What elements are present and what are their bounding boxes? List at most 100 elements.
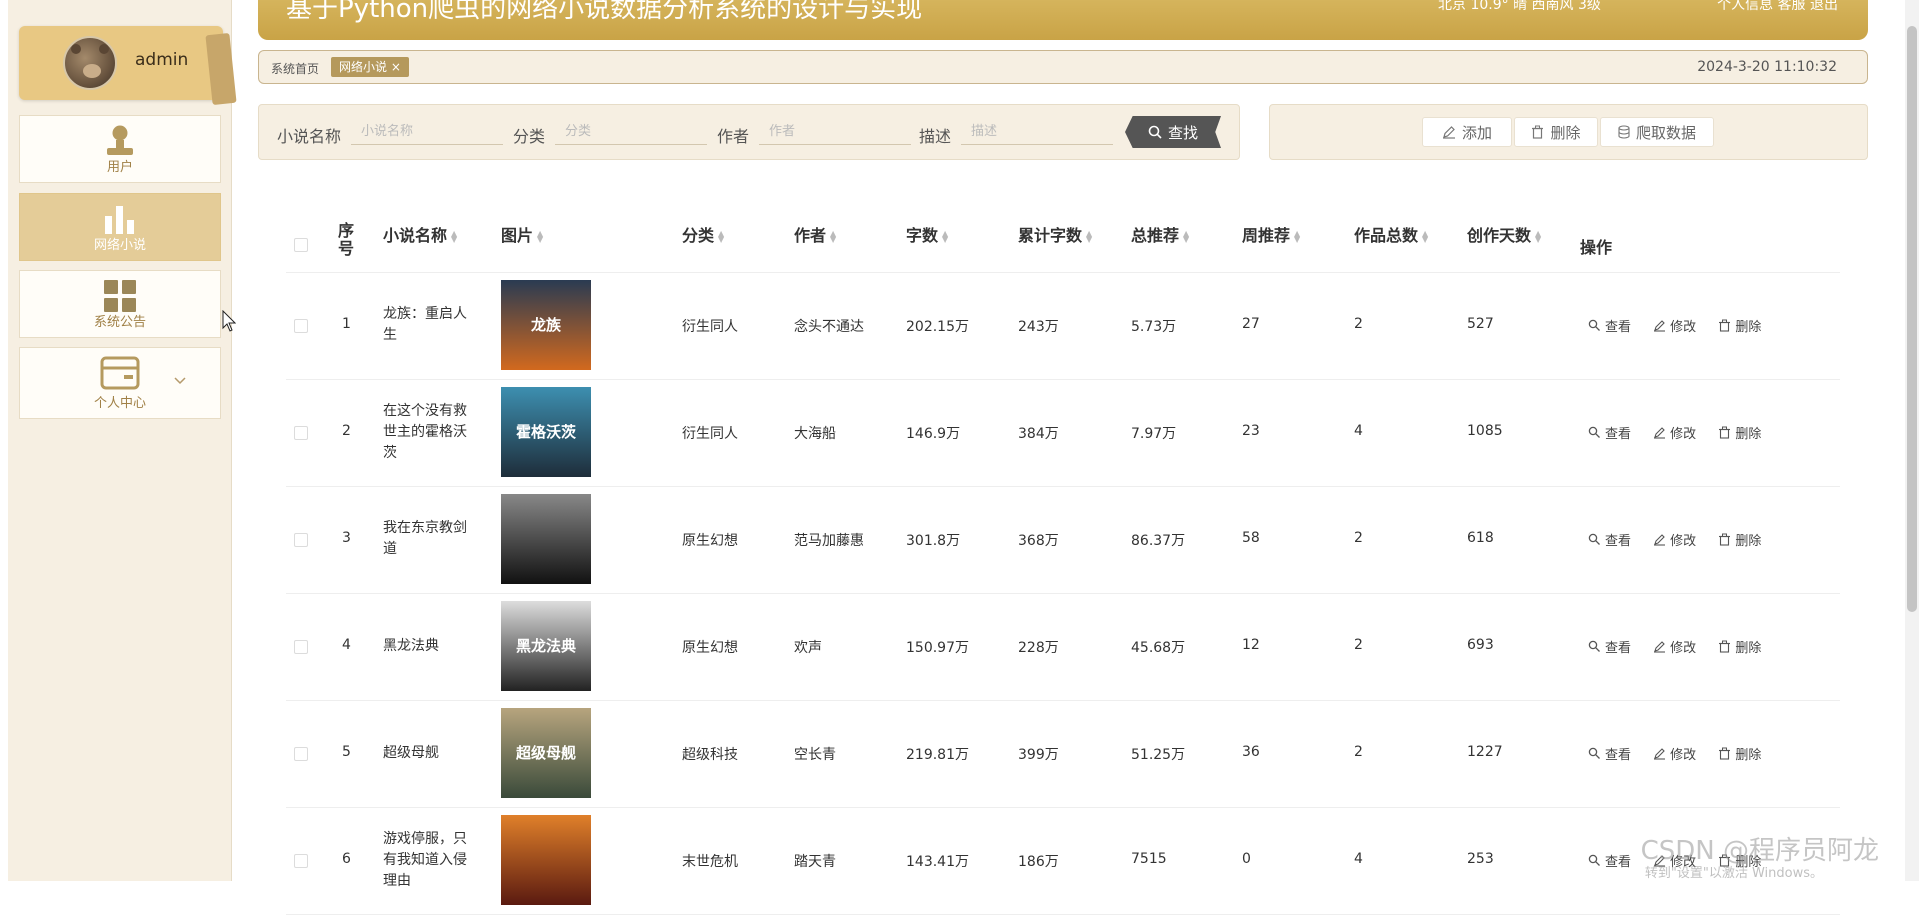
column-header-total-words[interactable]: 累计字数 ▲ ▼ <box>1018 222 1092 246</box>
edit-button[interactable]: 修改 <box>1653 423 1696 442</box>
cell-works: 2 <box>1354 316 1363 332</box>
edit-button[interactable]: 修改 <box>1653 744 1696 763</box>
cell-total-words: 243万 <box>1018 319 1059 335</box>
field-label-category: 分类 <box>513 127 546 146</box>
edit-icon <box>1654 320 1666 332</box>
cell-author: 踏天青 <box>794 854 836 870</box>
cell-seq: 5 <box>342 744 351 760</box>
delete-button-label: 删除 <box>1550 123 1581 142</box>
breadcrumb-home[interactable]: 系统首页 <box>271 60 319 77</box>
cell-category: 超级科技 <box>682 747 738 763</box>
cell-total-words: 368万 <box>1018 533 1059 549</box>
column-header-name[interactable]: 小说名称 ▲ ▼ <box>383 222 457 246</box>
column-header-days[interactable]: 创作天数 ▲ ▼ <box>1467 222 1541 246</box>
cell-words: 150.97万 <box>906 640 969 656</box>
view-button[interactable]: 查看 <box>1588 423 1631 442</box>
cell-works: 4 <box>1354 851 1363 867</box>
row-delete-button[interactable]: 删除 <box>1718 744 1761 763</box>
cell-works: 2 <box>1354 744 1363 760</box>
view-button[interactable]: 查看 <box>1588 530 1631 549</box>
chevron-down-icon[interactable] <box>174 374 186 388</box>
cover-image <box>501 494 591 584</box>
database-icon <box>1618 125 1630 139</box>
sidebar-item-users[interactable]: 用户 <box>19 115 221 183</box>
row-actions: 查看 修改 删除 <box>1588 637 1779 657</box>
view-button[interactable]: 查看 <box>1588 744 1631 763</box>
row-delete-button[interactable]: 删除 <box>1718 530 1761 549</box>
edit-button[interactable]: 修改 <box>1653 530 1696 549</box>
header-bar: 基于Python爬虫的网络小说数据分析系统的设计与实现 北京 10.9° 晴 西… <box>258 0 1868 40</box>
description-search-input[interactable] <box>961 119 1113 145</box>
column-header-image[interactable]: 图片 ▲ ▼ <box>501 222 543 246</box>
cell-seq: 2 <box>342 423 351 439</box>
svg-text:龙族: 龙族 <box>530 316 562 334</box>
search-button[interactable]: 查找 <box>1125 116 1221 148</box>
cell-total-rec: 7.97万 <box>1131 426 1177 442</box>
column-header-category[interactable]: 分类 ▲ ▼ <box>682 222 724 246</box>
column-header-words[interactable]: 字数 ▲ ▼ <box>906 222 948 246</box>
sidebar: admin 用户 网络小说 系统公告 个人中心 <box>8 0 237 881</box>
cell-author: 范马加藤惠 <box>794 533 864 549</box>
row-checkbox[interactable] <box>294 533 308 547</box>
view-button[interactable]: 查看 <box>1588 316 1631 335</box>
view-button[interactable]: 查看 <box>1588 851 1631 870</box>
scrollbar[interactable] <box>1905 0 1919 881</box>
sidebar-item-novels[interactable]: 网络小说 <box>19 193 221 261</box>
row-checkbox[interactable] <box>294 854 308 868</box>
sidebar-item-personal-center[interactable]: 个人中心 <box>19 347 221 419</box>
search-icon <box>1588 747 1600 759</box>
add-button[interactable]: 添加 <box>1422 117 1512 147</box>
cell-author: 念头不通达 <box>794 319 864 335</box>
cell-total-rec: 7515 <box>1131 851 1167 867</box>
cell-works: 4 <box>1354 423 1363 439</box>
cell-words: 146.9万 <box>906 426 961 442</box>
crawl-data-button[interactable]: 爬取数据 <box>1600 117 1714 147</box>
search-icon <box>1588 854 1600 866</box>
avatar[interactable] <box>63 36 117 90</box>
header-links[interactable]: 个人信息 客服 退出 <box>1717 0 1838 14</box>
cell-name: 在这个没有救世主的霍格沃茨 <box>383 402 467 461</box>
scrollbar-thumb[interactable] <box>1907 26 1917 612</box>
select-all-checkbox[interactable] <box>294 238 308 252</box>
cell-seq: 6 <box>342 851 351 867</box>
row-delete-button[interactable]: 删除 <box>1718 316 1761 335</box>
author-search-input[interactable] <box>759 119 911 145</box>
edit-button[interactable]: 修改 <box>1653 316 1696 335</box>
row-checkbox[interactable] <box>294 640 308 654</box>
delete-button[interactable]: 删除 <box>1514 117 1598 147</box>
view-button[interactable]: 查看 <box>1588 637 1631 656</box>
row-delete-button[interactable]: 删除 <box>1718 423 1761 442</box>
cover-image <box>501 815 591 905</box>
column-header-works[interactable]: 作品总数 ▲ ▼ <box>1354 222 1428 246</box>
column-header-total-rec[interactable]: 总推荐 ▲ ▼ <box>1131 222 1189 246</box>
row-actions: 查看 修改 删除 <box>1588 316 1779 336</box>
trash-icon <box>1719 426 1731 439</box>
cell-author: 大海船 <box>794 426 836 442</box>
row-checkbox[interactable] <box>294 747 308 761</box>
breadcrumb-current-tag[interactable]: 网络小说 × <box>331 57 409 77</box>
cell-total-rec: 5.73万 <box>1131 319 1177 335</box>
cell-week-rec: 23 <box>1242 423 1260 439</box>
search-icon <box>1588 640 1600 652</box>
row-actions: 查看 修改 删除 <box>1588 530 1779 550</box>
avatar-ear-right <box>99 44 109 54</box>
edit-icon <box>1654 534 1666 546</box>
cover-image: 超级母舰 <box>501 708 591 798</box>
row-checkbox[interactable] <box>294 319 308 333</box>
sidebar-item-announcements[interactable]: 系统公告 <box>19 270 221 338</box>
row-delete-button[interactable]: 删除 <box>1718 637 1761 656</box>
row-actions: 查看 修改 删除 <box>1588 744 1779 764</box>
name-search-input[interactable] <box>351 119 503 145</box>
cell-category: 原生幻想 <box>682 640 738 656</box>
user-card[interactable]: admin <box>19 26 237 106</box>
cell-seq: 3 <box>342 530 351 546</box>
row-checkbox[interactable] <box>294 426 308 440</box>
category-search-input[interactable] <box>555 119 707 145</box>
column-header-week-rec[interactable]: 周推荐 ▲ ▼ <box>1242 222 1300 246</box>
sidebar-item-label: 网络小说 <box>93 238 146 253</box>
edit-button[interactable]: 修改 <box>1653 637 1696 656</box>
column-header-author[interactable]: 作者 ▲ ▼ <box>794 222 836 246</box>
table-header: 序号 小说名称 ▲ ▼ 图片 ▲ ▼ 分类 ▲ ▼ 作者 ▲ ▼ 字数 ▲ ▼ 累计字数 ▲ ▼ 总推荐… <box>286 190 1840 273</box>
table-row: 4 黑龙法典 黑龙法典 原生幻想 欢声 150.97万 228万 45.68万 … <box>286 593 1840 701</box>
cell-days: 1085 <box>1467 423 1503 439</box>
